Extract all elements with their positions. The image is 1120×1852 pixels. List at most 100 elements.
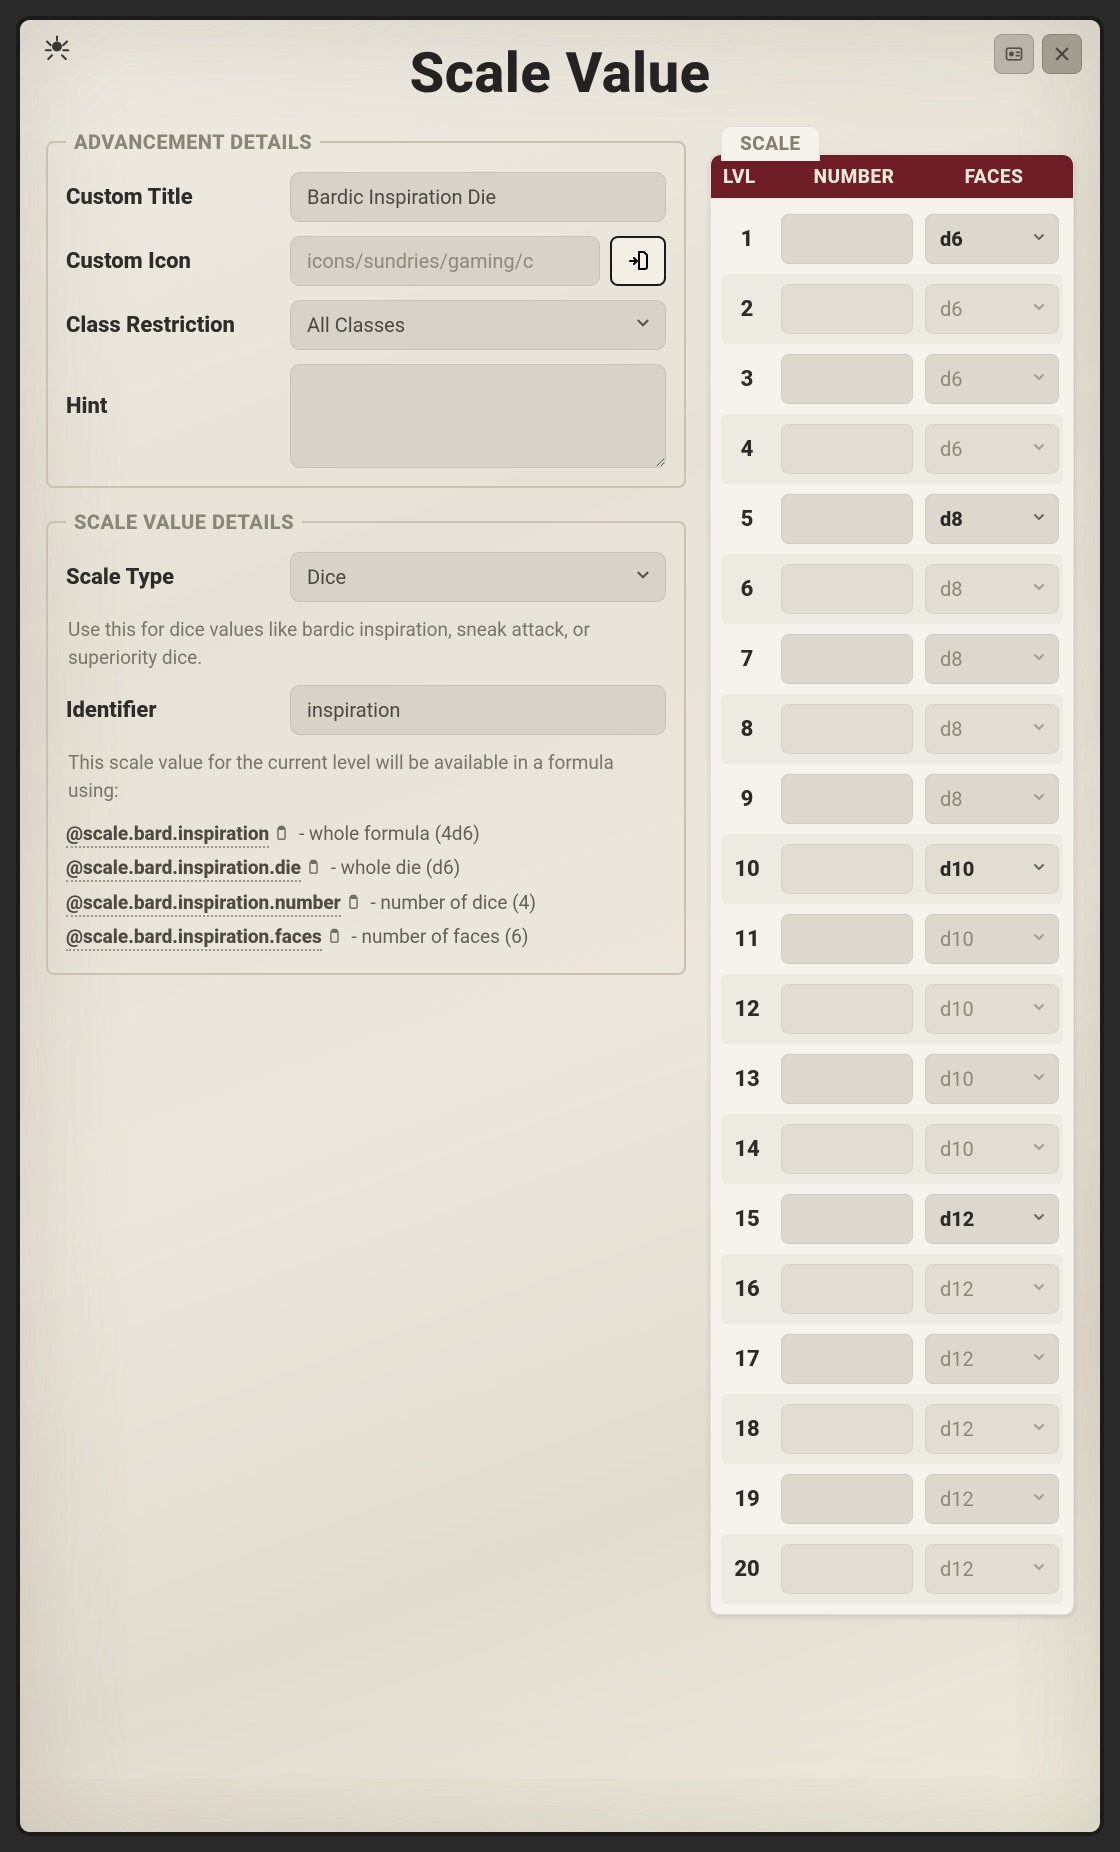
faces-select[interactable]: d8 xyxy=(925,774,1059,824)
number-input[interactable] xyxy=(781,704,913,754)
scale-tab[interactable]: SCALE xyxy=(721,126,820,161)
scale-table-header: LVL NUMBER FACES xyxy=(711,155,1073,198)
close-button[interactable] xyxy=(1042,34,1082,74)
clipboard-icon[interactable] xyxy=(326,923,343,955)
faces-select[interactable]: d12 xyxy=(925,1404,1059,1454)
number-input[interactable] xyxy=(781,1264,913,1314)
number-input[interactable] xyxy=(781,1404,913,1454)
faces-select[interactable]: d12 xyxy=(925,1264,1059,1314)
row-level: 18 xyxy=(725,1417,769,1442)
scale-row: 19 d12 xyxy=(721,1464,1063,1534)
row-level: 2 xyxy=(725,297,769,322)
col-number: NUMBER xyxy=(781,165,927,188)
row-level: 1 xyxy=(725,227,769,252)
custom-icon-input[interactable] xyxy=(290,236,600,286)
number-input[interactable] xyxy=(781,284,913,334)
row-level: 13 xyxy=(725,1067,769,1092)
identifier-hint-intro: This scale value for the current level w… xyxy=(68,749,664,804)
formula-key: @scale.bard.inspiration xyxy=(66,822,269,848)
number-input[interactable] xyxy=(781,214,913,264)
number-input[interactable] xyxy=(781,844,913,894)
browse-icon-button[interactable] xyxy=(610,236,666,286)
scale-row: 1 d6 xyxy=(721,204,1063,274)
number-input[interactable] xyxy=(781,634,913,684)
formula-desc: - number of dice (4) xyxy=(366,891,536,914)
faces-select[interactable]: d12 xyxy=(925,1544,1059,1594)
page-title: Scale Value xyxy=(40,40,1080,106)
hint-label: Hint xyxy=(66,364,276,419)
faces-select[interactable]: d10 xyxy=(925,844,1059,894)
row-level: 15 xyxy=(725,1207,769,1232)
faces-select[interactable]: d10 xyxy=(925,914,1059,964)
custom-title-input[interactable] xyxy=(290,172,666,222)
col-lvl: LVL xyxy=(723,165,781,188)
hint-textarea[interactable] xyxy=(290,364,666,468)
advancement-legend: ADVANCEMENT DETAILS xyxy=(66,130,320,154)
debug-icon[interactable] xyxy=(42,34,72,68)
faces-select[interactable]: d6 xyxy=(925,424,1059,474)
faces-select[interactable]: d8 xyxy=(925,634,1059,684)
class-restriction-select[interactable]: All Classes xyxy=(290,300,666,350)
faces-select[interactable]: d12 xyxy=(925,1334,1059,1384)
col-faces: FACES xyxy=(927,165,1061,188)
number-input[interactable] xyxy=(781,1124,913,1174)
clipboard-icon[interactable] xyxy=(345,889,362,921)
faces-select[interactable]: d8 xyxy=(925,494,1059,544)
faces-select[interactable]: d8 xyxy=(925,564,1059,614)
row-level: 10 xyxy=(725,857,769,882)
row-level: 19 xyxy=(725,1487,769,1512)
number-input[interactable] xyxy=(781,1194,913,1244)
scale-row: 3d6 xyxy=(721,344,1063,414)
faces-select[interactable]: d10 xyxy=(925,1054,1059,1104)
faces-select[interactable]: d10 xyxy=(925,984,1059,1034)
formula-key: @scale.bard.inspiration.faces xyxy=(66,925,322,951)
faces-select[interactable]: d6 xyxy=(925,354,1059,404)
clipboard-icon[interactable] xyxy=(273,820,290,852)
scale-row: 16d12 xyxy=(721,1254,1063,1324)
scale-row: 7 d8 xyxy=(721,624,1063,694)
faces-select[interactable]: d10 xyxy=(925,1124,1059,1174)
faces-select[interactable]: d12 xyxy=(925,1474,1059,1524)
scale-type-select[interactable]: Dice xyxy=(290,552,666,602)
scale-value-window: Scale Value ADVANCEMENT DETAILS Custom T… xyxy=(16,16,1104,1836)
faces-select[interactable]: d6 xyxy=(925,284,1059,334)
number-input[interactable] xyxy=(781,1544,913,1594)
clipboard-icon[interactable] xyxy=(305,854,322,886)
scale-row: 20 d12 xyxy=(721,1534,1063,1604)
row-level: 4 xyxy=(725,437,769,462)
row-level: 17 xyxy=(725,1347,769,1372)
scale-row: 11 d10 xyxy=(721,904,1063,974)
custom-icon-label: Custom Icon xyxy=(66,249,276,274)
card-id-button[interactable] xyxy=(994,34,1034,74)
row-level: 8 xyxy=(725,717,769,742)
number-input[interactable] xyxy=(781,1474,913,1524)
number-input[interactable] xyxy=(781,354,913,404)
number-input[interactable] xyxy=(781,1054,913,1104)
row-level: 7 xyxy=(725,647,769,672)
identifier-input[interactable] xyxy=(290,685,666,735)
number-input[interactable] xyxy=(781,774,913,824)
faces-select[interactable]: d12 xyxy=(925,1194,1059,1244)
row-level: 20 xyxy=(725,1557,769,1582)
scale-row: 14d10 xyxy=(721,1114,1063,1184)
row-level: 12 xyxy=(725,997,769,1022)
formula-entry: @scale.bard.inspiration - whole formula … xyxy=(66,818,666,852)
formula-key: @scale.bard.inspiration.number xyxy=(66,891,341,917)
scale-type-label: Scale Type xyxy=(66,565,276,590)
number-input[interactable] xyxy=(781,494,913,544)
formula-list: @scale.bard.inspiration - whole formula … xyxy=(66,818,666,955)
number-input[interactable] xyxy=(781,424,913,474)
number-input[interactable] xyxy=(781,914,913,964)
faces-select[interactable]: d8 xyxy=(925,704,1059,754)
scale-row: 18 d12 xyxy=(721,1394,1063,1464)
scale-row: 5d8 xyxy=(721,484,1063,554)
number-input[interactable] xyxy=(781,984,913,1034)
faces-select[interactable]: d6 xyxy=(925,214,1059,264)
row-level: 11 xyxy=(725,927,769,952)
number-input[interactable] xyxy=(781,564,913,614)
advancement-details-panel: ADVANCEMENT DETAILS Custom Title Custom … xyxy=(46,130,686,488)
scale-type-hint: Use this for dice values like bardic ins… xyxy=(68,616,664,671)
scale-row: 15 d12 xyxy=(721,1184,1063,1254)
number-input[interactable] xyxy=(781,1334,913,1384)
formula-entry: @scale.bard.inspiration.number - number … xyxy=(66,887,666,921)
